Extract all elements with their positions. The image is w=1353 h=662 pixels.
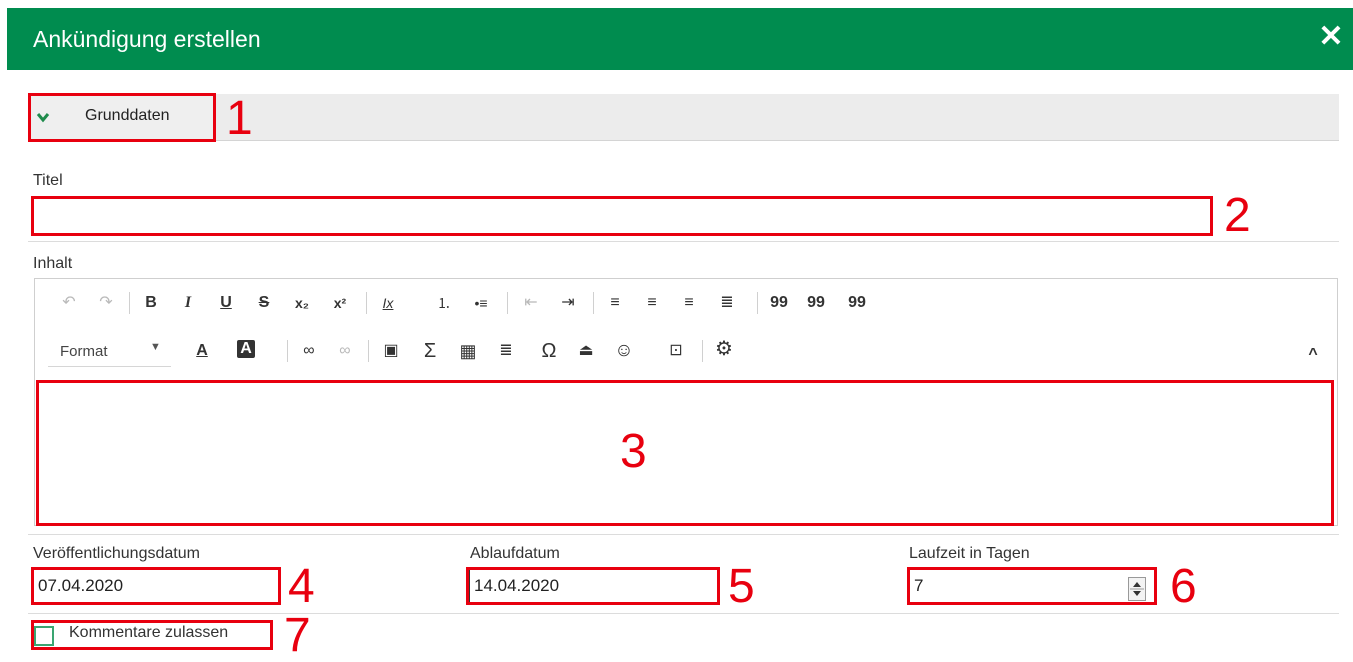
annotation-box-1	[28, 93, 216, 142]
settings-icon[interactable]: ⚙	[713, 338, 735, 360]
unlink-icon[interactable]: ∞	[334, 340, 356, 362]
annotation-box-6	[907, 567, 1157, 605]
toolbar-separator	[507, 292, 508, 314]
bold-icon[interactable]: B	[140, 292, 162, 314]
remove-quote-icon[interactable]: 99	[846, 292, 868, 314]
chevron-down-icon: ▼	[150, 341, 161, 353]
annotation-box-3	[36, 380, 1334, 526]
annotation-box-5	[466, 567, 720, 605]
justify-icon[interactable]: ≣	[716, 292, 738, 314]
smiley-icon[interactable]: ☺	[613, 340, 635, 362]
annotation-number-2: 2	[1224, 189, 1251, 242]
undo-icon[interactable]: ↶	[58, 292, 80, 314]
content-label: Inhalt	[33, 255, 73, 272]
outdent-icon[interactable]: ⇤	[520, 292, 542, 314]
toolbar-separator	[368, 340, 369, 362]
divider	[28, 241, 1339, 242]
annotation-box-2	[31, 196, 1213, 236]
align-right-icon[interactable]: ≡	[678, 292, 700, 314]
close-icon[interactable]: ✕	[1318, 22, 1344, 52]
publish-date-label: Veröffentlichungsdatum	[33, 545, 200, 562]
title-label: Titel	[33, 172, 63, 189]
annotation-number-1: 1	[226, 92, 253, 145]
italic-icon[interactable]: I	[177, 292, 199, 314]
formula-icon[interactable]: Σ	[419, 340, 441, 362]
dialog-title: Ankündigung erstellen	[33, 26, 261, 52]
align-center-icon[interactable]: ≡	[641, 292, 663, 314]
toolbar-separator	[129, 292, 130, 314]
section-bar	[28, 94, 1339, 141]
embed-icon[interactable]: ⊡	[665, 340, 687, 362]
divider	[28, 613, 1339, 614]
annotation-box-4	[31, 567, 281, 605]
align-left-icon[interactable]: ≡	[604, 292, 626, 314]
background-color-icon[interactable]: A	[237, 340, 255, 358]
toolbar-separator	[287, 340, 288, 362]
bulleted-list-icon[interactable]: •≡	[470, 292, 492, 314]
link-icon[interactable]: ∞	[298, 340, 320, 362]
subscript-icon[interactable]: x₂	[291, 292, 313, 314]
duration-label: Laufzeit in Tagen	[909, 545, 1030, 562]
superscript-icon[interactable]: x²	[329, 292, 351, 314]
horizontal-line-icon[interactable]: ≣	[495, 340, 517, 362]
toolbar-separator	[593, 292, 594, 314]
page-break-icon[interactable]: ⏏	[575, 340, 597, 362]
annotation-number-3: 3	[620, 425, 647, 478]
toolbar-separator	[366, 292, 367, 314]
toolbar-separator	[757, 292, 758, 314]
annotation-number-7: 7	[284, 609, 311, 662]
underline-icon[interactable]: U	[215, 292, 237, 314]
divider	[28, 534, 1339, 535]
table-icon[interactable]: ▦	[457, 340, 479, 362]
expiry-date-label: Ablaufdatum	[470, 545, 560, 562]
redo-icon[interactable]: ↷	[95, 292, 117, 314]
quote-variant-icon[interactable]: 99	[805, 292, 827, 314]
remove-format-icon[interactable]: Ix	[377, 292, 399, 314]
format-label: Format	[60, 343, 108, 360]
annotation-box-7	[31, 620, 273, 650]
annotation-number-4: 4	[288, 560, 315, 613]
image-icon[interactable]: ▣	[380, 340, 402, 362]
strikethrough-icon[interactable]: S	[253, 292, 275, 314]
text-color-icon[interactable]: A	[191, 340, 213, 362]
annotation-number-6: 6	[1170, 560, 1197, 613]
indent-icon[interactable]: ⇥	[557, 292, 579, 314]
annotation-number-5: 5	[728, 560, 755, 613]
toolbar-separator	[702, 340, 703, 362]
collapse-toolbar-icon[interactable]: ^	[1302, 344, 1324, 366]
numbered-list-icon[interactable]: ⒈	[433, 292, 455, 314]
blockquote-icon[interactable]: 99	[768, 292, 790, 314]
special-char-icon[interactable]: Ω	[538, 340, 560, 362]
